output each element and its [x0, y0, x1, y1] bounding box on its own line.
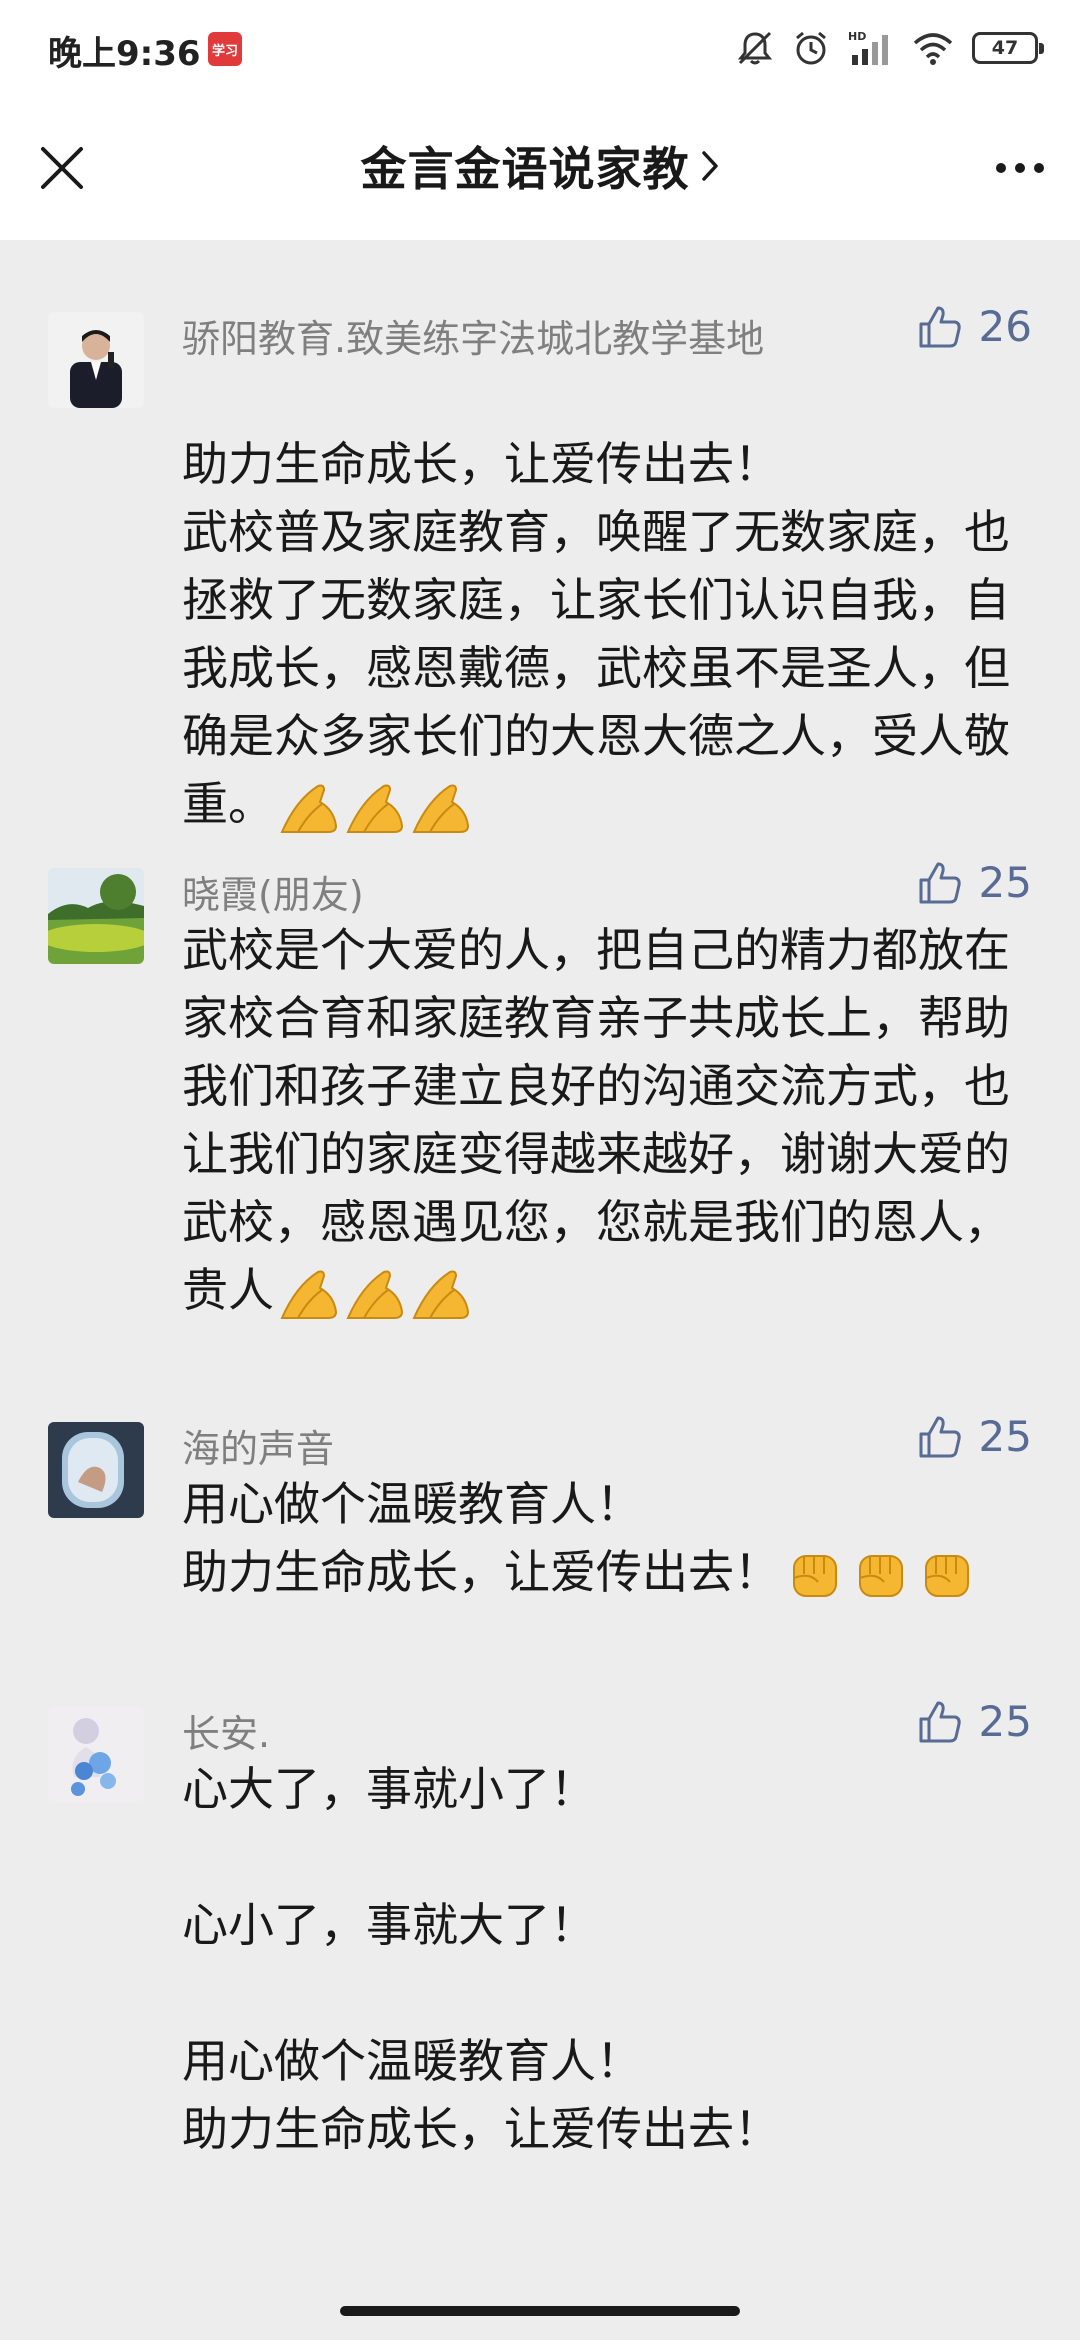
comment-nickname[interactable]: 海的声音: [182, 1418, 334, 1473]
like-count: 25: [978, 858, 1032, 907]
hd-signal-icon: HD: [848, 30, 888, 65]
comment-text-content: 用心做个温暖教育人！ 助力生命成长，让爱传出去！: [182, 1477, 780, 1599]
like-button[interactable]: 25: [917, 858, 1032, 907]
more-button[interactable]: [982, 136, 1058, 200]
like-button[interactable]: 26: [917, 302, 1032, 351]
avatar[interactable]: [48, 1707, 144, 1803]
folded-hands-emoji: [278, 1266, 472, 1322]
comment-text-content: 助力生命成长，让爱传出去！ 武校普及家庭教育，唤醒了无数家庭，也拯救了无数家庭，…: [182, 437, 1010, 831]
like-button[interactable]: 25: [917, 1412, 1032, 1461]
comment-nickname[interactable]: 长安.: [182, 1703, 270, 1758]
status-bar: 晚上9:36 学习 HD 47: [0, 0, 1080, 96]
thumbs-up-icon: [919, 306, 961, 347]
avatar[interactable]: [48, 868, 144, 964]
battery-icon: 47: [972, 32, 1044, 64]
comment-item: 海的声音 25 用心做个温暖教育人！ 助力生命成长，让爱传出去！: [0, 1365, 1080, 1650]
like-count: 25: [978, 1412, 1032, 1461]
status-time: 晚上9:36: [48, 34, 201, 74]
comment-item: 骄阳教育.致美练字法城北教学基地 26 助力生命成长，让爱传出去！ 武校普及家庭…: [0, 240, 1080, 833]
page-title: 金言金语说家教: [360, 142, 690, 196]
thumbs-up-icon: [919, 1416, 961, 1457]
comment-item: 晓霞(朋友) 25 武校是个大爱的人，把自己的精力都放在家校合育和家庭教育亲子共…: [0, 810, 1080, 1365]
alarm-icon: [796, 31, 826, 65]
top-nav-bar: 金言金语说家教: [0, 96, 1080, 240]
chevron-right-icon: [700, 149, 720, 183]
like-count: 25: [978, 1697, 1032, 1746]
comment-text: 武校是个大爱的人，把自己的精力都放在家校合育和家庭教育亲子共成长上，帮助我们和孩…: [182, 916, 1042, 1324]
avatar[interactable]: [48, 312, 144, 408]
home-indicator[interactable]: [340, 2306, 740, 2316]
app-notification-icon: 学习: [208, 32, 242, 66]
comment-text-content: 武校是个大爱的人，把自己的精力都放在家校合育和家庭教育亲子共成长上，帮助我们和孩…: [182, 923, 1010, 1317]
raised-fist-emoji: [784, 1548, 978, 1604]
comment-nickname[interactable]: 晓霞(朋友): [182, 864, 364, 919]
status-icons: HD 47: [736, 26, 1044, 70]
like-count: 26: [978, 302, 1032, 351]
comment-list: 骄阳教育.致美练字法城北教学基地 26 助力生命成长，让爱传出去！ 武校普及家庭…: [0, 240, 1080, 2210]
like-button[interactable]: 25: [917, 1697, 1032, 1746]
thumbs-up-icon: [919, 1701, 961, 1742]
mute-icon: [737, 31, 773, 65]
comment-text: 用心做个温暖教育人！ 助力生命成长，让爱传出去！: [182, 1470, 1042, 1606]
wifi-icon: [913, 33, 953, 65]
nav-title-link[interactable]: 金言金语说家教: [0, 130, 1080, 202]
comment-item: 长安. 25 心大了，事就小了！ 心小了，事就大了！ 用心做个温暖教育人！ 助力…: [0, 1650, 1080, 2210]
comment-text: 助力生命成长，让爱传出去！ 武校普及家庭教育，唤醒了无数家庭，也拯救了无数家庭，…: [182, 430, 1042, 838]
comment-nickname[interactable]: 骄阳教育.致美练字法城北教学基地: [182, 308, 764, 363]
comment-text: 心大了，事就小了！ 心小了，事就大了！ 用心做个温暖教育人！ 助力生命成长，让爱…: [182, 1762, 780, 2156]
svg-text:HD: HD: [848, 30, 866, 43]
thumbs-up-icon: [919, 862, 961, 903]
more-icon: [996, 163, 1006, 173]
avatar[interactable]: [48, 1422, 144, 1518]
battery-level: 47: [991, 37, 1019, 59]
